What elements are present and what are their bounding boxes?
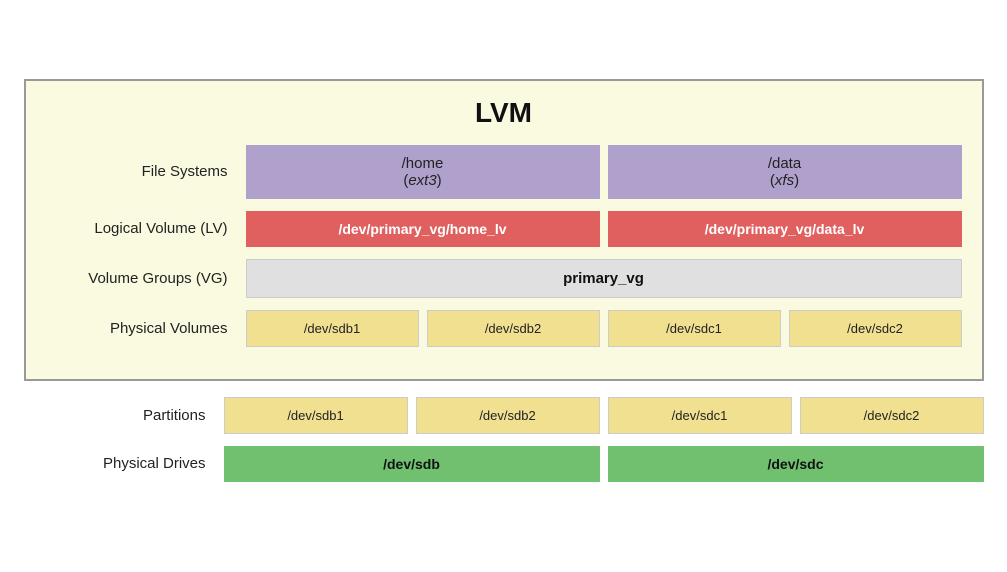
- drive-sdb: /dev/sdb: [224, 446, 600, 482]
- part-sdc2: /dev/sdc2: [800, 397, 984, 434]
- vg-primary: primary_vg: [246, 259, 962, 298]
- logical-volume-content: /dev/primary_vg/home_lv /dev/primary_vg/…: [246, 211, 962, 247]
- pv-sdb1: /dev/sdb1: [246, 310, 419, 347]
- partitions-content: /dev/sdb1 /dev/sdb2 /dev/sdc1 /dev/sdc2: [224, 397, 984, 434]
- partitions-label: Partitions: [24, 407, 224, 424]
- fs-home: /home (ext3): [246, 145, 600, 199]
- physical-drives-label: Physical Drives: [24, 455, 224, 472]
- physical-drives-row: Physical Drives /dev/sdb /dev/sdc: [24, 446, 984, 482]
- lvm-box: LVM File Systems /home (ext3) /data (xfs…: [24, 79, 984, 381]
- fs-home-name: /home: [402, 155, 444, 172]
- logical-volume-row: Logical Volume (LV) /dev/primary_vg/home…: [46, 211, 962, 247]
- lv-home: /dev/primary_vg/home_lv: [246, 211, 600, 247]
- pv-sdc2: /dev/sdc2: [789, 310, 962, 347]
- lvm-title: LVM: [46, 97, 962, 129]
- main-container: LVM File Systems /home (ext3) /data (xfs…: [24, 79, 984, 494]
- fs-home-type: ext3: [408, 172, 436, 189]
- volume-groups-label: Volume Groups (VG): [46, 270, 246, 287]
- fs-data: /data (xfs): [608, 145, 962, 199]
- file-systems-content: /home (ext3) /data (xfs): [246, 145, 962, 199]
- fs-data-name: /data: [768, 155, 801, 172]
- below-container: Partitions /dev/sdb1 /dev/sdb2 /dev/sdc1…: [24, 397, 984, 494]
- part-sdb2: /dev/sdb2: [416, 397, 600, 434]
- volume-groups-row: Volume Groups (VG) primary_vg: [46, 259, 962, 298]
- part-sdc1: /dev/sdc1: [608, 397, 792, 434]
- lv-data: /dev/primary_vg/data_lv: [608, 211, 962, 247]
- physical-drives-content: /dev/sdb /dev/sdc: [224, 446, 984, 482]
- volume-groups-content: primary_vg: [246, 259, 962, 298]
- file-systems-label: File Systems: [46, 163, 246, 180]
- pv-sdb2: /dev/sdb2: [427, 310, 600, 347]
- fs-data-type: xfs: [775, 172, 794, 189]
- logical-volume-label: Logical Volume (LV): [46, 220, 246, 237]
- drive-sdc: /dev/sdc: [608, 446, 984, 482]
- file-systems-row: File Systems /home (ext3) /data (xfs): [46, 145, 962, 199]
- physical-volumes-label: Physical Volumes: [46, 320, 246, 337]
- physical-volumes-row: Physical Volumes /dev/sdb1 /dev/sdb2 /de…: [46, 310, 962, 347]
- pv-sdc1: /dev/sdc1: [608, 310, 781, 347]
- physical-volumes-content: /dev/sdb1 /dev/sdb2 /dev/sdc1 /dev/sdc2: [246, 310, 962, 347]
- drive-sdc-label: /dev/sdc: [767, 456, 823, 472]
- part-sdb1: /dev/sdb1: [224, 397, 408, 434]
- partitions-row: Partitions /dev/sdb1 /dev/sdb2 /dev/sdc1…: [24, 397, 984, 434]
- drive-sdb-label: /dev/sdb: [383, 456, 440, 472]
